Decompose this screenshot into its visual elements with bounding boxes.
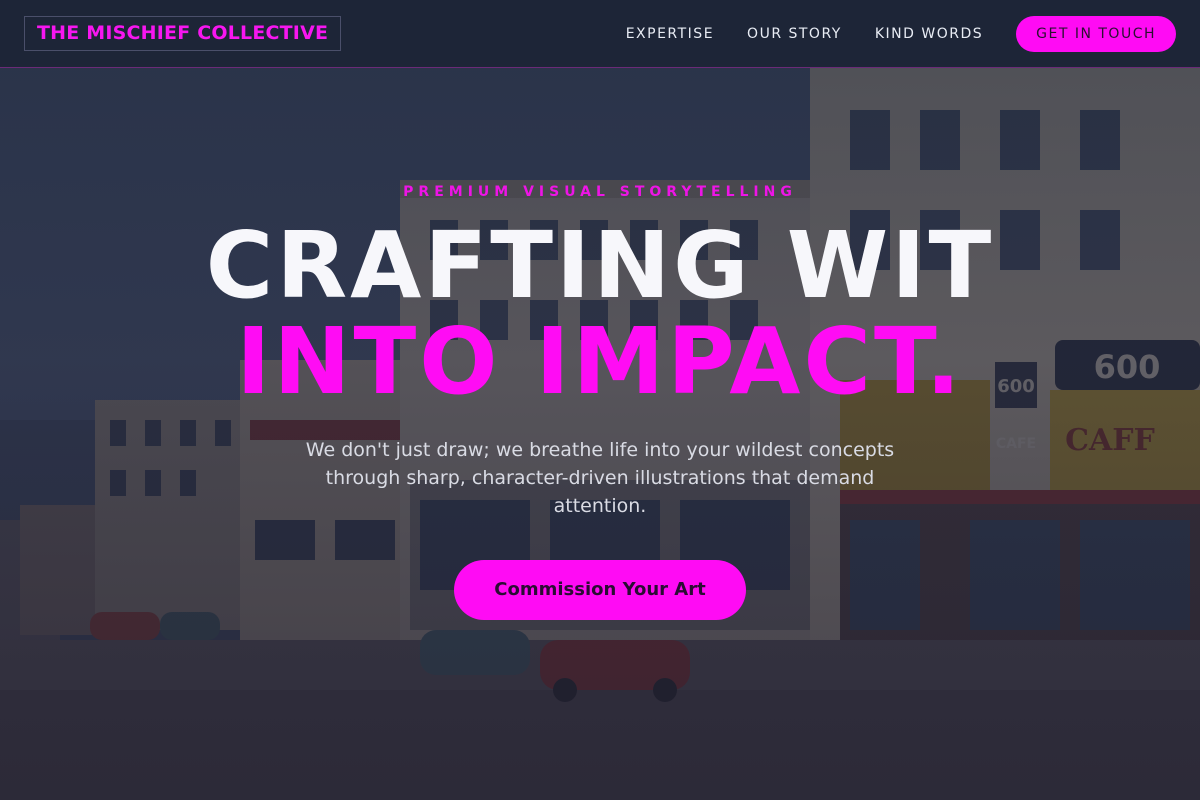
hero-headline-line2: INTO IMPACT. <box>236 308 964 415</box>
commission-art-button[interactable]: Commission Your Art <box>454 560 746 620</box>
nav-link-expertise[interactable]: EXPERTISE <box>626 26 714 42</box>
landing-page: 600 600 CAFE CAFF THE MISCHIEF COLLECTIV… <box>0 0 1200 800</box>
brand-logo[interactable]: THE MISCHIEF COLLECTIVE <box>24 16 342 51</box>
nav-link-kind-words[interactable]: KIND WORDS <box>875 26 983 42</box>
get-in-touch-button[interactable]: GET IN TOUCH <box>1016 16 1176 52</box>
site-header: THE MISCHIEF COLLECTIVE EXPERTISE OUR ST… <box>0 0 1200 68</box>
main-nav: EXPERTISE OUR STORY KIND WORDS GET IN TO… <box>626 0 1176 68</box>
hero-section: PREMIUM VISUAL STORYTELLING CRAFTING WIT… <box>0 68 1200 800</box>
hero-headline-line1: CRAFTING WIT <box>205 212 995 319</box>
hero-description: We don't just draw; we breathe life into… <box>305 439 895 517</box>
hero-eyebrow: PREMIUM VISUAL STORYTELLING <box>403 184 797 200</box>
nav-link-our-story[interactable]: OUR STORY <box>747 26 842 42</box>
